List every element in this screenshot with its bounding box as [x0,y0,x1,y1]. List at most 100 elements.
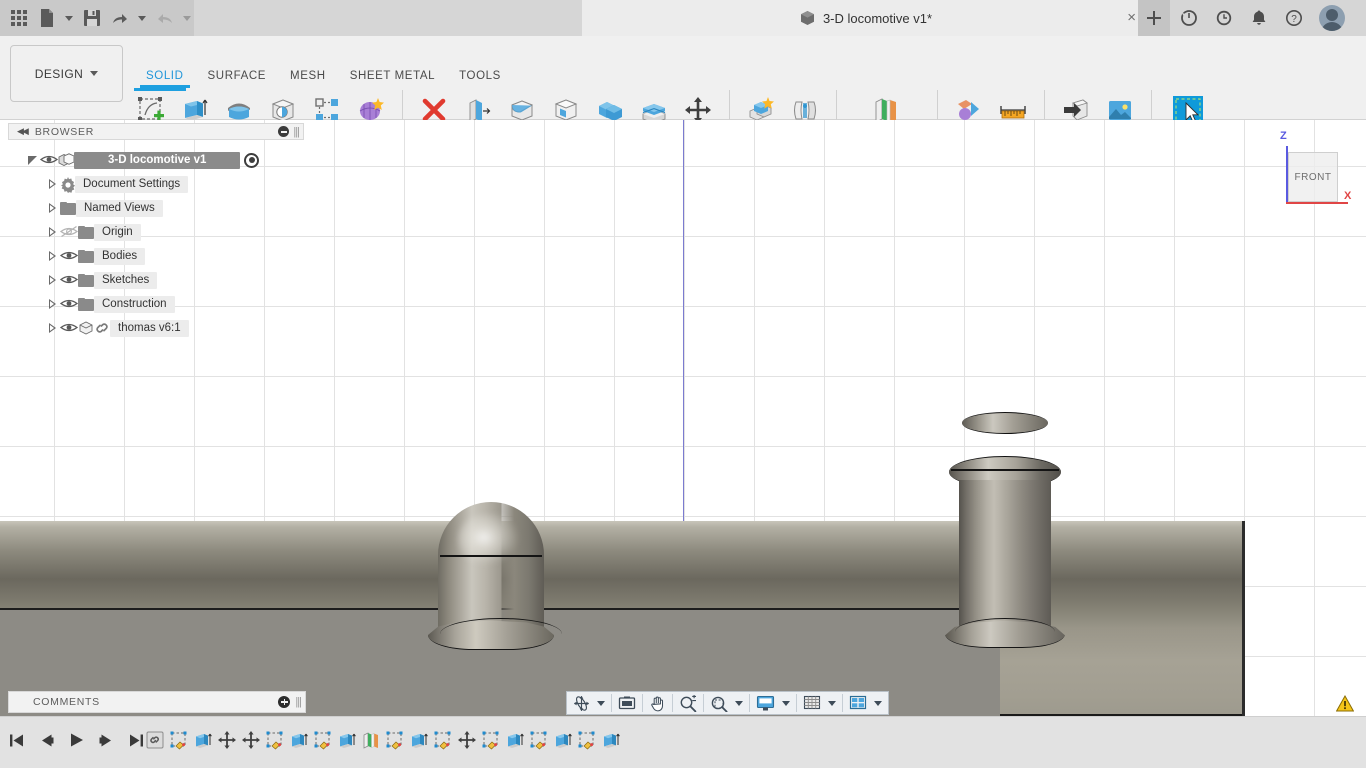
expand-arrow-icon[interactable] [44,227,60,237]
expand-arrow-icon[interactable] [44,179,60,189]
browser-item-label: Bodies [94,247,146,265]
chevron-down-icon[interactable] [732,692,746,714]
orbit-icon[interactable] [570,692,593,714]
redo-icon[interactable] [151,4,177,32]
timeline-feature-extrude[interactable] [335,727,359,753]
timeline-feature-extrude[interactable] [503,727,527,753]
chimney-cap [962,412,1048,434]
browser-item-named-views[interactable]: Named Views [14,196,304,220]
file-icon[interactable] [34,4,60,32]
workspace-selector[interactable]: DESIGN [10,45,123,102]
timeline-feature-sketch[interactable] [167,727,191,753]
visibility-eye-icon[interactable] [60,321,78,335]
browser-item-root[interactable]: 3-D locomotive v1 [14,148,304,172]
timeline-feature-extrude[interactable] [287,727,311,753]
grip-icon[interactable]: ||| [295,696,302,708]
visibility-eye-hidden-icon[interactable] [60,225,78,239]
plus-icon[interactable] [1138,0,1170,36]
browser-item-origin[interactable]: Origin [14,220,304,244]
expand-arrow-icon[interactable] [44,251,60,261]
grid-snaps-icon[interactable] [800,692,824,714]
browser-item-bodies[interactable]: Bodies [14,244,304,268]
component-icon [800,10,815,26]
play-icon[interactable] [66,730,86,750]
folder-icon [60,201,76,215]
viewports-icon[interactable] [846,692,870,714]
grip-icon[interactable]: ||| [293,126,300,138]
timeline-feature-extrude[interactable] [551,727,575,753]
tab-sheet-metal[interactable]: SHEET METAL [338,70,447,88]
plus-circle-icon[interactable] [278,696,291,708]
chevron-down-icon[interactable] [871,692,885,714]
timeline-feature-sketch[interactable] [263,727,287,753]
collapse-left-icon[interactable]: ◀◀ [17,126,29,137]
view-cube-front-face[interactable]: FRONT [1288,152,1338,202]
close-icon[interactable]: × [1127,10,1136,25]
expand-arrow-icon[interactable] [44,203,60,213]
timeline-feature-extrude[interactable] [407,727,431,753]
timeline-feature-plane[interactable] [359,727,383,753]
timeline-feature-move[interactable] [215,727,239,753]
visibility-eye-icon[interactable] [60,273,78,287]
expand-arrow-icon[interactable] [44,323,60,333]
timeline-feature-link[interactable] [143,727,167,753]
zoom-icon[interactable] [676,692,700,714]
timeline-feature-extrude[interactable] [191,727,215,753]
browser-item-construction[interactable]: Construction [14,292,304,316]
tab-surface[interactable]: SURFACE [196,70,279,88]
chimney-tube [959,480,1051,630]
avatar[interactable] [1319,5,1345,31]
timeline-bar [0,716,1366,768]
timeline-feature-sketch[interactable] [527,727,551,753]
chimney-stack[interactable] [945,412,1065,652]
warning-triangle-icon[interactable] [1335,694,1355,712]
document-tab[interactable]: 3-D locomotive v1* × [582,0,1150,36]
tab-mesh[interactable]: MESH [278,70,338,88]
visibility-eye-icon[interactable] [40,153,58,167]
skip-start-icon[interactable] [6,730,26,750]
timeline-feature-sketch[interactable] [383,727,407,753]
undo-icon[interactable] [107,4,133,32]
job-status-icon[interactable] [1173,0,1205,36]
clock-icon[interactable] [1208,0,1240,36]
step-back-icon[interactable] [36,730,56,750]
expand-arrow-icon[interactable] [44,299,60,309]
timeline-feature-extrude[interactable] [599,727,623,753]
timeline-feature-move[interactable] [239,727,263,753]
timeline-feature-track[interactable] [143,727,623,753]
question-icon[interactable]: ? [1278,0,1310,36]
visibility-eye-icon[interactable] [60,249,78,263]
minus-circle-icon[interactable] [278,126,290,137]
steam-dome[interactable] [428,502,562,650]
activate-component-icon[interactable] [244,152,260,168]
chevron-down-icon[interactable] [135,4,150,32]
tab-solid[interactable]: SOLID [134,70,196,88]
chevron-down-icon[interactable] [179,4,194,32]
bell-icon[interactable] [1243,0,1275,36]
visibility-eye-icon[interactable] [60,297,78,311]
save-icon[interactable] [79,4,105,32]
tab-tools[interactable]: TOOLS [447,70,513,88]
zoom-window-icon[interactable] [707,692,731,714]
timeline-feature-sketch[interactable] [479,727,503,753]
browser-item-sketches[interactable]: Sketches [14,268,304,292]
expand-arrow-icon[interactable] [44,275,60,285]
body-icon [78,321,94,335]
timeline-feature-move[interactable] [455,727,479,753]
timeline-feature-sketch[interactable] [431,727,455,753]
timeline-feature-sketch[interactable] [575,727,599,753]
chevron-down-icon[interactable] [62,4,77,32]
view-cube[interactable]: Z FRONT X [1258,130,1351,216]
display-settings-icon[interactable] [753,692,778,714]
look-at-icon[interactable] [615,692,639,714]
expand-arrow-icon[interactable] [24,155,40,165]
pan-hand-icon[interactable] [646,692,669,714]
browser-item-document-settings[interactable]: Document Settings [14,172,304,196]
chevron-down-icon[interactable] [779,692,793,714]
timeline-feature-sketch[interactable] [311,727,335,753]
chevron-down-icon[interactable] [594,692,608,714]
step-forward-icon[interactable] [96,730,116,750]
app-grid-icon[interactable] [6,4,32,32]
chevron-down-icon[interactable] [825,692,839,714]
browser-item-thomas[interactable]: thomas v6:1 [14,316,304,340]
